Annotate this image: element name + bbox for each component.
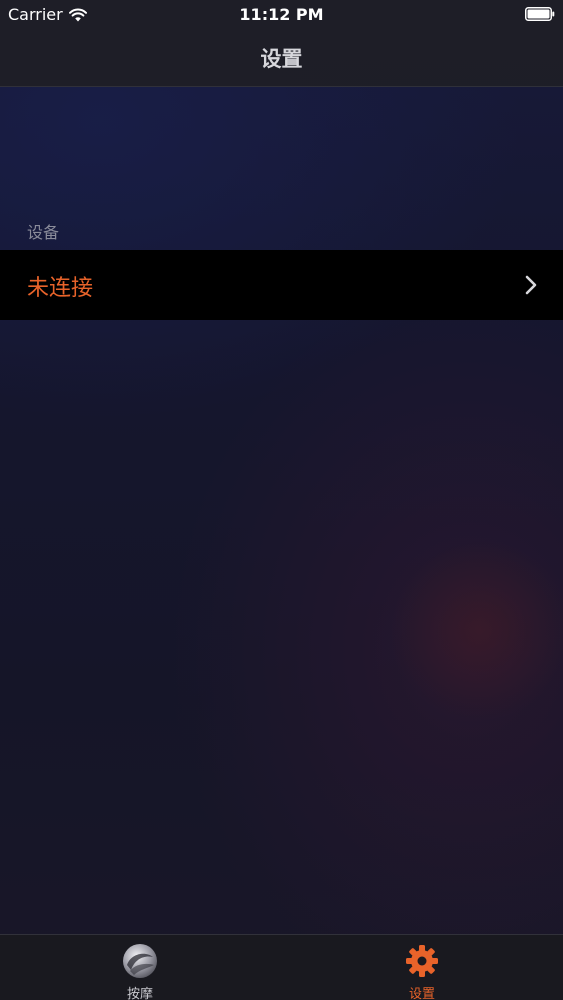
tab-settings[interactable]: 设置 — [362, 935, 482, 1000]
page-title: 设置 — [260, 47, 303, 71]
tab-massage[interactable]: 按摩 — [80, 935, 200, 1000]
tab-massage-label: 按摩 — [126, 987, 153, 1000]
massage-icon — [123, 944, 157, 978]
device-connection-row[interactable]: 未连接 — [0, 250, 563, 320]
tab-settings-label: 设置 — [408, 987, 435, 1000]
tab-bar: 按摩 设置 — [0, 934, 563, 1000]
status-time: 11:12 PM — [239, 5, 324, 24]
gear-icon — [406, 945, 438, 977]
settings-screen: 设置 Carrier 11:12 PM 设备 未连接 按摩 设置 — [0, 0, 563, 1000]
section-header-device: 设备 — [27, 223, 60, 242]
device-status-label: 未连接 — [27, 276, 94, 301]
chevron-right-icon — [525, 275, 537, 295]
status-bar: Carrier 11:12 PM — [0, 0, 563, 30]
battery-icon — [525, 7, 555, 21]
